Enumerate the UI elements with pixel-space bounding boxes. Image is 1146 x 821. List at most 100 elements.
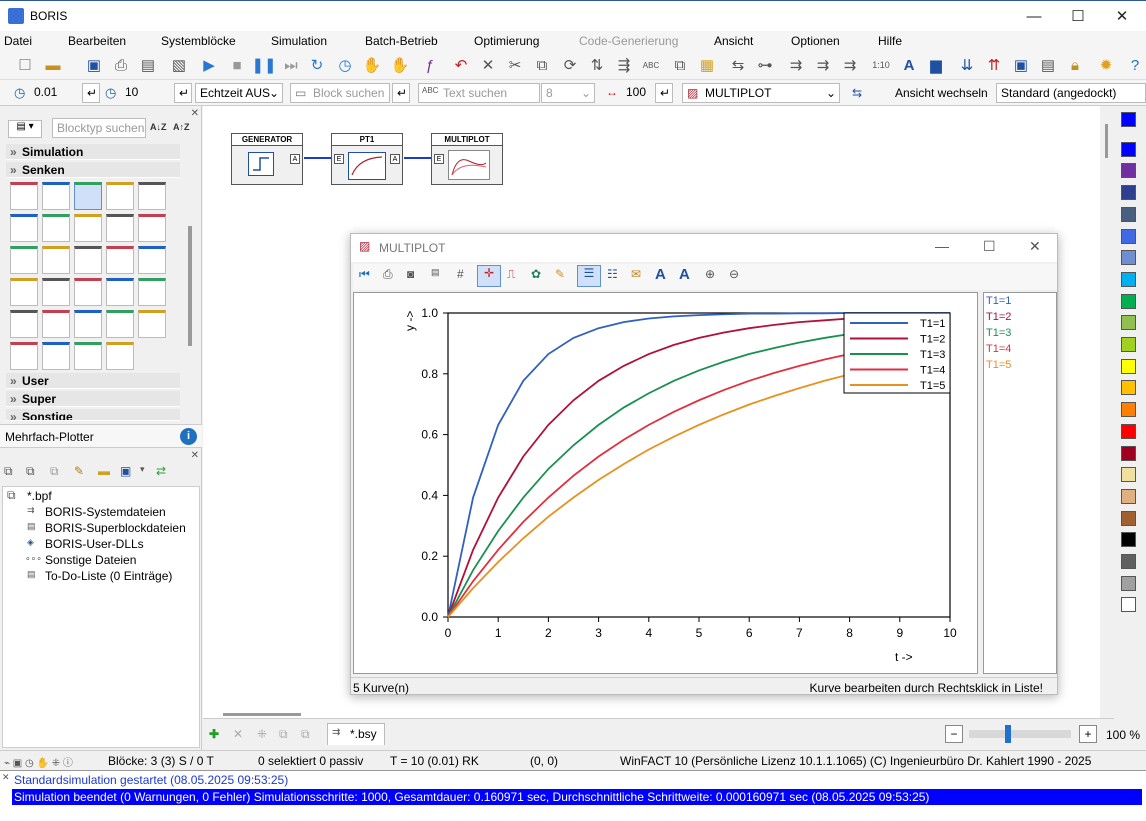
- port-out[interactable]: A: [290, 154, 300, 164]
- tree-item-superblockdateien[interactable]: BORIS-Superblockdateien: [45, 521, 186, 535]
- zoom-slider[interactable]: [969, 725, 1071, 743]
- color-swatch[interactable]: [1121, 293, 1136, 309]
- block-multiplot[interactable]: MULTIPLOT E: [431, 133, 503, 185]
- color-swatch[interactable]: [1121, 315, 1136, 331]
- sink-block-icon[interactable]: [42, 278, 70, 306]
- color-swatch[interactable]: [1121, 380, 1136, 396]
- move-sheet-icon[interactable]: ⁜: [257, 727, 267, 741]
- realtime-select[interactable]: Echtzeit AUS ⌄: [195, 83, 283, 103]
- project-close-icon[interactable]: ✕: [191, 450, 199, 461]
- step-icon[interactable]: ⏭: [280, 54, 302, 76]
- color-swatch[interactable]: [1121, 445, 1136, 461]
- log-line[interactable]: Standardsimulation gestartet (08.05.2025…: [14, 773, 288, 787]
- color-swatch[interactable]: [1121, 488, 1136, 504]
- menu-optimierung[interactable]: Optimierung: [474, 34, 539, 48]
- color-swatch[interactable]: [1121, 141, 1136, 157]
- paste-sheet-icon[interactable]: ⧉: [301, 727, 310, 742]
- hand-icon[interactable]: ✋: [361, 54, 383, 76]
- cut-icon[interactable]: ✂: [504, 54, 526, 76]
- save-icon[interactable]: ▣: [83, 54, 105, 76]
- hand-stop-icon[interactable]: ✋: [389, 54, 411, 76]
- sink-block-icon[interactable]: [138, 246, 166, 274]
- edit-axis-icon[interactable]: ✎: [555, 267, 565, 281]
- plot-area[interactable]: 0 1 2 3 4 5 6 7 8 9 10 0.0 0.2 0.4 0.6 0.8 1.0 t -> y -> T1…: [353, 292, 978, 674]
- color-swatch[interactable]: [1121, 206, 1136, 222]
- sink-block-icon[interactable]: [74, 246, 102, 274]
- color-swatch[interactable]: [1121, 597, 1136, 613]
- multiplot-close-button[interactable]: ✕: [1029, 238, 1041, 255]
- sink-block-icon[interactable]: [106, 278, 134, 306]
- spellcheck-icon[interactable]: ABC: [640, 54, 662, 76]
- color-swatch[interactable]: [1121, 250, 1136, 266]
- curve-list-item[interactable]: T1=2: [986, 311, 1011, 323]
- category-user[interactable]: User: [6, 373, 180, 389]
- sink-block-icon[interactable]: [10, 182, 38, 210]
- sink-block-icon[interactable]: [138, 214, 166, 242]
- panel-close-icon[interactable]: ✕: [191, 108, 199, 119]
- connection-line[interactable]: [404, 157, 432, 159]
- grid-icon[interactable]: #: [457, 267, 464, 281]
- project-save-icon[interactable]: ▣: [120, 464, 131, 478]
- endtime-field[interactable]: 10: [121, 83, 171, 103]
- maximize-button[interactable]: ☐: [1056, 1, 1100, 31]
- color-swatch[interactable]: [1121, 467, 1136, 483]
- menu-code-generierung[interactable]: Code-Generierung: [579, 34, 678, 48]
- sink-block-icon[interactable]: [42, 246, 70, 274]
- layout-icon[interactable]: ▤: [1037, 54, 1059, 76]
- color-swatch[interactable]: [1121, 402, 1136, 418]
- block-pt1[interactable]: PT1 E A: [331, 133, 403, 185]
- tree-item-user-dlls[interactable]: BORIS-User-DLLs: [45, 537, 144, 551]
- superblock-icon[interactable]: ▦: [696, 54, 718, 76]
- sort-za-icon[interactable]: A↑Z: [173, 122, 190, 132]
- color-swatch[interactable]: [1121, 358, 1136, 374]
- color-swatch[interactable]: [1121, 163, 1136, 179]
- zoom-out-button[interactable]: −: [945, 725, 963, 743]
- sink-block-icon[interactable]: [74, 278, 102, 306]
- copy-sheet-icon[interactable]: ⧉: [279, 727, 288, 742]
- print-icon[interactable]: ⎙: [110, 54, 132, 76]
- settings-icon[interactable]: ✹: [1095, 54, 1117, 76]
- tree-item-todo[interactable]: To-Do-Liste (0 Einträge): [45, 569, 172, 583]
- menu-hilfe[interactable]: Hilfe: [878, 34, 902, 48]
- print-icon[interactable]: ⎙: [383, 267, 393, 282]
- enter-icon[interactable]: ↵: [655, 83, 673, 103]
- sink-block-icon[interactable]: [42, 310, 70, 338]
- port-in[interactable]: E: [334, 154, 344, 164]
- project-new-icon[interactable]: ⧉: [4, 464, 13, 479]
- tree-item-systemdateien[interactable]: BORIS-Systemdateien: [45, 505, 166, 519]
- color-swatch[interactable]: [1121, 228, 1136, 244]
- multiplot-minimize-button[interactable]: —: [935, 238, 949, 254]
- sink-block-icon[interactable]: [10, 214, 38, 242]
- run-icon[interactable]: ▶: [198, 54, 220, 76]
- help-icon[interactable]: ?: [1124, 54, 1146, 76]
- multiplot-maximize-button[interactable]: ☐: [983, 238, 996, 255]
- page-setup-icon[interactable]: ▤: [137, 54, 159, 76]
- stop-icon[interactable]: ■: [226, 54, 248, 76]
- refresh-icon[interactable]: ↻: [306, 54, 328, 76]
- connect-icon[interactable]: ⇆: [727, 54, 749, 76]
- tree-icon[interactable]: ⊶: [754, 54, 776, 76]
- connection-line[interactable]: [304, 157, 332, 159]
- add-sheet-icon[interactable]: ✚: [209, 727, 219, 741]
- layout-select[interactable]: Standard (angedockt): [996, 83, 1146, 103]
- sink-block-icon[interactable]: [138, 310, 166, 338]
- zoom-out-icon[interactable]: ⊖: [729, 267, 739, 281]
- category-senken[interactable]: Senken: [6, 162, 180, 178]
- text-icon[interactable]: A: [655, 266, 666, 283]
- text-icon[interactable]: A: [898, 54, 920, 76]
- function-icon[interactable]: ƒ: [419, 54, 441, 76]
- project-add-icon[interactable]: ⧉: [26, 464, 35, 479]
- sink-block-icon[interactable]: [106, 182, 134, 210]
- menu-optionen[interactable]: Optionen: [791, 34, 840, 48]
- chevron-down-icon[interactable]: ▾: [140, 464, 145, 475]
- port-in[interactable]: E: [434, 154, 444, 164]
- sink-block-icon[interactable]: [106, 310, 134, 338]
- category-sonstige[interactable]: Sonstige: [6, 409, 180, 421]
- open-folder-icon[interactable]: ▬: [42, 54, 64, 76]
- sink-block-icon[interactable]: [138, 278, 166, 306]
- crosshair-icon[interactable]: ✛: [477, 265, 501, 287]
- tree-item-sonstige[interactable]: Sonstige Dateien: [45, 553, 136, 567]
- view-mode-dropdown[interactable]: ▤ ▾: [8, 120, 42, 138]
- notes-icon[interactable]: ✉: [631, 267, 641, 281]
- sink-block-icon[interactable]: [106, 342, 134, 370]
